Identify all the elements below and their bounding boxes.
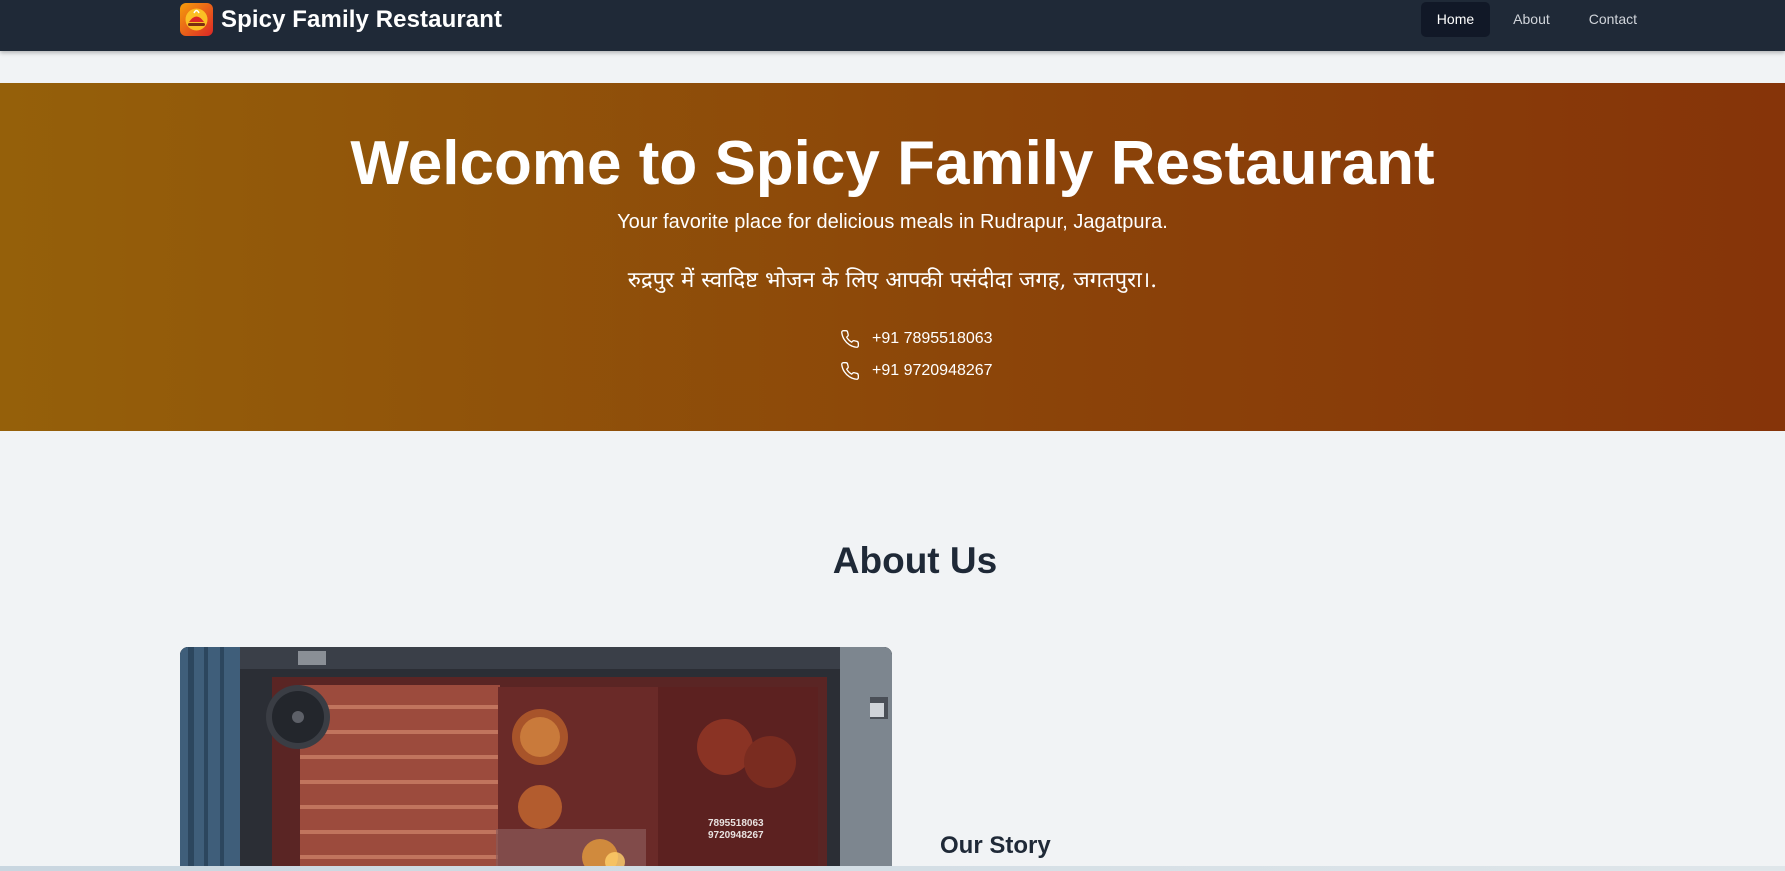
navbar: Spicy Family Restaurant Home About Conta… xyxy=(0,0,1785,51)
nav-link-contact[interactable]: Contact xyxy=(1573,2,1653,37)
hero-subtitle: Your favorite place for delicious meals … xyxy=(617,211,1168,233)
about-title: About Us xyxy=(832,540,998,581)
nav-link-home[interactable]: Home xyxy=(1420,2,1491,37)
nav-links: Home About Contact xyxy=(1414,2,1653,37)
phone-number-2: +91 9720948267 xyxy=(872,362,993,379)
hero-title: Welcome to Spicy Family Restaurant xyxy=(350,129,1435,198)
phone-contact-2[interactable]: +91 9720948267 xyxy=(840,361,993,381)
our-story-title: Our Story xyxy=(940,832,1051,859)
photo-phone-1: 7895518063 xyxy=(708,818,764,829)
phone-icon xyxy=(840,361,860,381)
hero-banner: Welcome to Spicy Family Restaurant Your … xyxy=(0,83,1785,431)
phone-contact-1[interactable]: +91 7895518063 xyxy=(840,329,993,349)
hero-subtitle-hindi: रुद्रपुर में स्वादिष्ट भोजन के लिए आपकी … xyxy=(627,268,1158,293)
brand-name: Spicy Family Restaurant xyxy=(221,5,503,33)
bottom-divider xyxy=(0,866,1785,871)
restaurant-logo-icon xyxy=(180,3,213,36)
brand[interactable]: Spicy Family Restaurant xyxy=(180,3,502,36)
restaurant-storefront-photo: 7895518063 9720948267 xyxy=(180,647,892,871)
phone-icon xyxy=(840,329,860,349)
photo-phone-2: 9720948267 xyxy=(708,830,764,841)
nav-link-about[interactable]: About xyxy=(1497,2,1566,37)
phone-number-1: +91 7895518063 xyxy=(872,330,993,347)
